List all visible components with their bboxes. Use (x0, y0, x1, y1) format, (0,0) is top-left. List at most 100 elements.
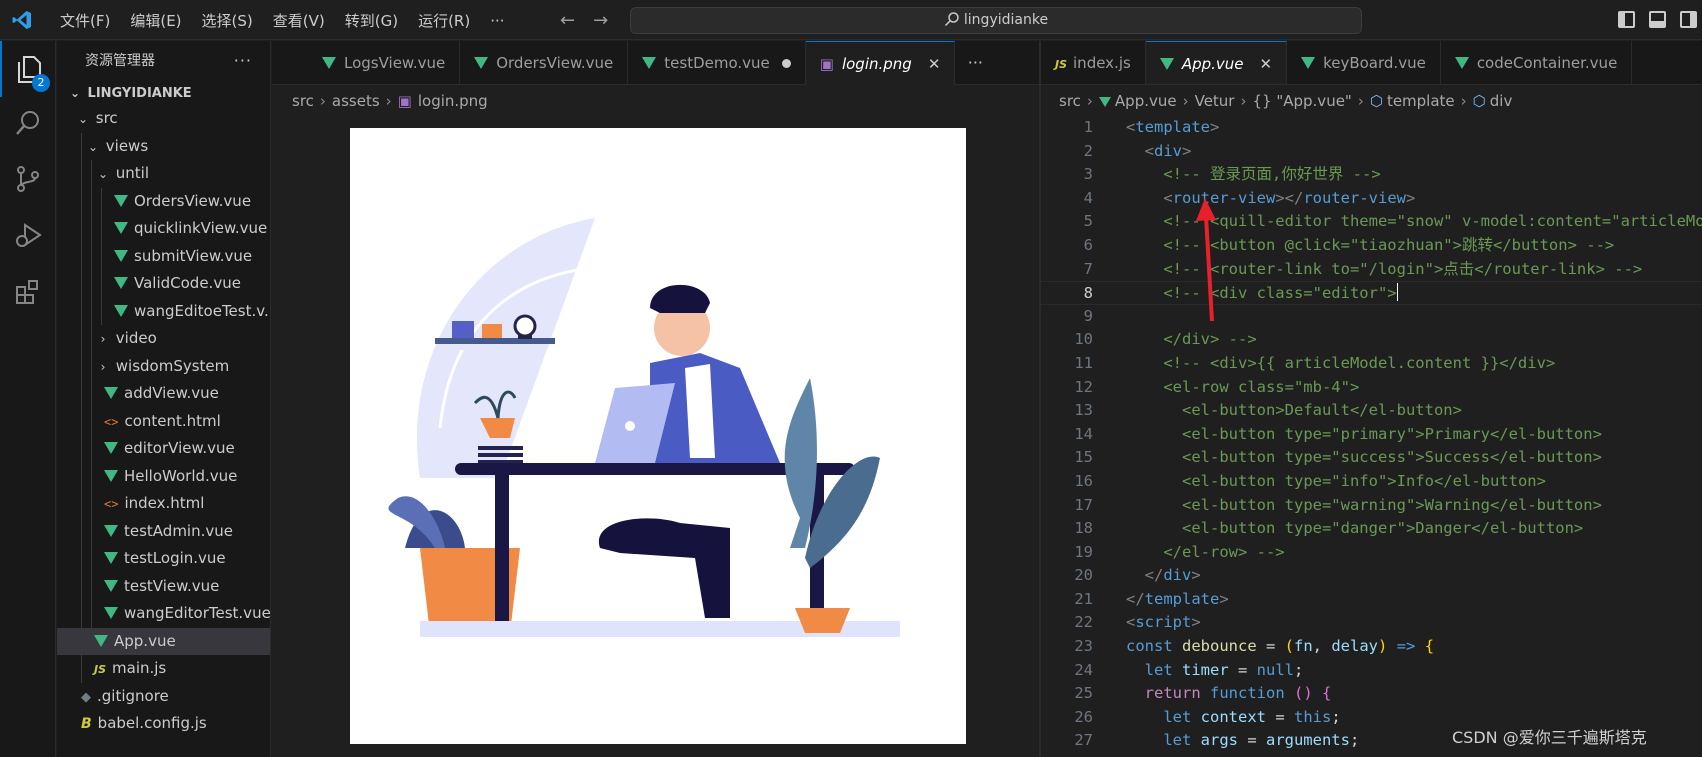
tab-testdemo[interactable]: testDemo.vue (628, 41, 806, 85)
tab-keyboard-vue[interactable]: keyBoard.vue (1287, 41, 1441, 84)
toggle-panel-icon[interactable] (1649, 11, 1666, 28)
menu-selection[interactable]: 选择(S) (192, 0, 263, 40)
code-line[interactable]: 7 <!-- <router-link to="/login">点击</rout… (1041, 258, 1702, 282)
breadcrumb-item[interactable]: div (1490, 92, 1513, 110)
tree-file-selected[interactable]: App.vue (57, 627, 270, 655)
breadcrumb-item[interactable]: login.png (418, 92, 488, 110)
run-debug-activity[interactable] (0, 207, 56, 263)
menu-go[interactable]: 转到(G) (335, 0, 408, 40)
code-line[interactable]: 15 <el-button type="success">Success</el… (1041, 446, 1702, 470)
menu-edit[interactable]: 编辑(E) (120, 0, 191, 40)
breadcrumb-item[interactable]: Vetur (1195, 92, 1235, 110)
breadcrumb-item[interactable]: App.vue (1115, 92, 1177, 110)
tree-file[interactable]: JS main.js (57, 655, 270, 683)
tree-file[interactable]: testAdmin.vue (57, 517, 270, 545)
code-line[interactable]: 3 <!-- 登录页面,你好世界 --> (1041, 163, 1702, 187)
search-activity[interactable] (0, 95, 56, 151)
menu-view[interactable]: 查看(V) (263, 0, 335, 40)
explorer-title: 资源管理器 ··· (57, 41, 270, 81)
breadcrumb-item[interactable]: template (1387, 92, 1455, 110)
back-arrow-icon[interactable]: ← (560, 10, 575, 31)
code-line[interactable]: 25 return function () { (1041, 682, 1702, 706)
code-line[interactable]: 21 </template> (1041, 588, 1702, 612)
toggle-sidebar-icon[interactable] (1618, 11, 1635, 28)
tab-logsview[interactable]: LogsView.vue (308, 41, 461, 85)
code-line[interactable]: 9 (1041, 305, 1702, 329)
tree-file[interactable]: wangEditorTest.vue (57, 600, 270, 628)
code-line[interactable]: 22 <script> (1041, 611, 1702, 635)
tree-file[interactable]: wangEditoeTest.v... (57, 297, 270, 325)
tree-file[interactable]: ValidCode.vue (57, 270, 270, 298)
tab-index-js[interactable]: JS index.js (1041, 41, 1146, 84)
code-token: > (1219, 589, 1229, 608)
image-file-icon: ▣ (397, 92, 412, 110)
close-icon[interactable]: ✕ (1260, 55, 1273, 73)
vue-file-icon (322, 57, 336, 69)
code-line[interactable]: 23 const debounce = (fn, delay) => { (1041, 635, 1702, 659)
command-center-search[interactable]: lingyidianke (630, 7, 1362, 34)
code-line[interactable]: 8 <!-- <div class="editor"> (1041, 281, 1702, 305)
tree-file[interactable]: editorView.vue (57, 435, 270, 463)
code-line[interactable]: 6 <!-- <button @click="tiaozhuan">跳转</bu… (1041, 234, 1702, 258)
menu-more[interactable]: ··· (480, 0, 514, 40)
menu-run[interactable]: 运行(R) (408, 0, 480, 40)
source-control-activity[interactable] (0, 151, 56, 207)
tree-folder[interactable]: › wisdomSystem (57, 352, 270, 380)
code-line[interactable]: 10 </div> --> (1041, 328, 1702, 352)
tab-app-vue[interactable]: App.vue ✕ (1145, 41, 1288, 84)
tree-folder[interactable]: › video (57, 325, 270, 353)
chevron-down-icon: ⌄ (87, 139, 99, 154)
code-line[interactable]: 2 <div> (1041, 140, 1702, 164)
close-icon[interactable]: ✕ (928, 55, 941, 73)
code-line[interactable]: 11 <!-- <div>{{ articleModel.content }}<… (1041, 352, 1702, 376)
forward-arrow-icon[interactable]: → (593, 10, 608, 31)
code-line[interactable]: 16 <el-button type="info">Info</el-butto… (1041, 470, 1702, 494)
tree-file[interactable]: addView.vue (57, 380, 270, 408)
tab-ordersview[interactable]: OrdersView.vue (460, 41, 629, 85)
code-editor[interactable]: 1 <template> 2 <div> 3 <!-- 登录页面,你好世界 --> 4 … (1041, 116, 1702, 757)
breadcrumb-item[interactable]: {} "App.vue" (1252, 92, 1351, 110)
tree-label: until (115, 164, 150, 182)
code-token: <!-- <router-link to="/login">点击</router… (1163, 259, 1643, 278)
explorer-more-button[interactable]: ··· (234, 41, 252, 81)
code-line[interactable]: 20 </div> (1041, 564, 1702, 588)
breadcrumb-item[interactable]: assets (332, 92, 380, 110)
breadcrumb-item[interactable]: src (292, 92, 314, 110)
tree-folder[interactable]: ⌄ views (57, 132, 270, 160)
tree-file[interactable]: <> index.html (57, 490, 270, 518)
code-token: ></ (1275, 188, 1304, 207)
code-line[interactable]: 1 <template> (1041, 116, 1702, 140)
tree-file[interactable]: testLogin.vue (57, 545, 270, 573)
tab-codecontainer-vue[interactable]: codeContainer.vue (1441, 41, 1633, 84)
tree-file[interactable]: OrdersView.vue (57, 187, 270, 215)
tree-file[interactable]: ◆ .gitignore (57, 683, 270, 711)
code-line[interactable]: 4 <router-view></router-view> (1041, 187, 1702, 211)
workspace-root[interactable]: ⌄ LINGYIDIANKE (57, 81, 270, 105)
unsaved-dot-icon[interactable] (781, 59, 791, 68)
tabs-more-button[interactable]: ··· (955, 41, 995, 84)
extensions-activity[interactable] (0, 263, 56, 319)
tree-file[interactable]: submitView.vue (57, 242, 270, 270)
code-line[interactable]: 5 <!-- <quill-editor theme="snow" v-mode… (1041, 210, 1702, 234)
tree-file[interactable]: Bbabel.config.js (57, 710, 270, 738)
code-line[interactable]: 14 <el-button type="primary">Primary</el… (1041, 423, 1702, 447)
toggle-secondary-sidebar-icon[interactable] (1680, 11, 1697, 28)
symbol-icon: ⬡ (1472, 92, 1486, 110)
menu-file[interactable]: 文件(F) (50, 0, 120, 40)
code-line[interactable]: 12 <el-row class="mb-4"> (1041, 376, 1702, 400)
tab-login-png[interactable]: ▣ login.png ✕ (805, 41, 956, 85)
code-line[interactable]: 17 <el-button type="warning">Warning</el… (1041, 494, 1702, 518)
tree-file[interactable]: testView.vue (57, 572, 270, 600)
tree-folder[interactable]: ⌄ src (57, 105, 270, 133)
tree-file[interactable]: <> content.html (57, 407, 270, 435)
code-line[interactable]: 19 </el-row> --> (1041, 541, 1702, 565)
code-line[interactable]: 24 let timer = null; (1041, 659, 1702, 683)
tree-label: video (115, 329, 157, 347)
code-line[interactable]: 13 <el-button>Default</el-button> (1041, 399, 1702, 423)
tree-file[interactable]: quicklinkView.vue (57, 215, 270, 243)
explorer-activity[interactable]: 2 (0, 41, 56, 97)
tree-folder[interactable]: ⌄ until (57, 160, 270, 188)
tree-file[interactable]: HelloWorld.vue (57, 462, 270, 490)
code-line[interactable]: 18 <el-button type="danger">Danger</el-b… (1041, 517, 1702, 541)
breadcrumb-item[interactable]: src (1059, 92, 1081, 110)
